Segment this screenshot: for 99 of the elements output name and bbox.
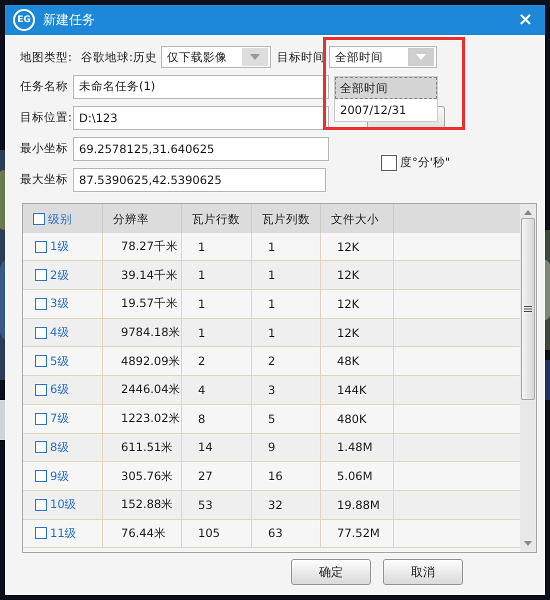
table-cell: 19.57千米 (121, 296, 178, 312)
level-label: 6级 (50, 382, 70, 398)
table-cell: 12K (337, 296, 360, 311)
column-header: 分辨率 (113, 212, 149, 226)
caret-icon (416, 54, 426, 60)
window-title: 新建任务 (43, 12, 96, 29)
table-cell: 77.52M (337, 526, 380, 540)
table-cell: 12K (337, 326, 360, 340)
table-cell: 39.14千米 (121, 268, 178, 283)
caret-icon (250, 54, 260, 60)
close-button[interactable]: × (514, 11, 537, 29)
table-cell: 63 (268, 526, 283, 540)
table-cell: 9 (268, 440, 276, 454)
checkbox[interactable] (381, 154, 397, 170)
logo-icon: EG (13, 9, 35, 31)
table-cell: 19.88M (337, 498, 380, 512)
table-cell: 2 (198, 354, 206, 368)
table-cell: 53 (198, 498, 213, 512)
scrollbar[interactable] (520, 204, 536, 552)
table-cell: 1 (198, 326, 206, 340)
level-label: 10级 (50, 497, 77, 512)
table-cell: 78.27千米 (121, 239, 178, 254)
table-cell: 16 (268, 469, 283, 484)
table-cell: 2446.04米 (121, 382, 181, 398)
map-type-value: 谷歌地球:历史 (81, 50, 157, 64)
table-cell: 4892.09米 (121, 354, 181, 369)
table-cell: 4 (198, 382, 206, 397)
checkbox[interactable] (35, 498, 47, 511)
field-label: 最小坐标 (20, 141, 69, 156)
cancel-button[interactable]: 取消 (383, 559, 463, 585)
table-cell: 305.76米 (121, 468, 174, 484)
column-header: 瓦片行数 (192, 212, 240, 226)
table-cell: 1 (268, 326, 276, 340)
table-cell: 2 (268, 354, 276, 368)
ok-button[interactable]: 确定 (291, 559, 371, 585)
time-dropdown[interactable]: 全部时间 (328, 46, 437, 68)
task-name-field[interactable]: 未命名任务(1) (73, 74, 329, 98)
level-label: 8级 (50, 440, 70, 455)
level-label: 5级 (50, 354, 70, 369)
table-cell: 1.48M (337, 440, 373, 454)
table-cell: 1 (198, 240, 206, 254)
table-cell: 27 (198, 469, 213, 484)
table-cell: 14 (198, 440, 213, 454)
checkbox[interactable] (35, 412, 47, 425)
table-cell: 105 (198, 526, 220, 540)
field-label: 地图类型: (20, 50, 73, 64)
checkbox[interactable] (35, 355, 47, 368)
scroll-down-icon[interactable] (524, 541, 532, 546)
table-cell: 1 (198, 268, 206, 282)
table-cell: 480K (337, 412, 366, 426)
column-header: 瓦片列数 (262, 212, 310, 226)
table-cell: 3 (268, 382, 276, 397)
min-coord-field[interactable]: 69.2578125,31.640625 (73, 136, 329, 160)
scroll-thumb[interactable] (521, 218, 535, 400)
dropdown-option[interactable]: 2007/12/31 (335, 99, 437, 121)
table-cell: 76.44米 (121, 526, 166, 541)
column-header: 文件大小 (331, 212, 379, 226)
table-cell: 9784.18米 (121, 325, 181, 340)
table-cell: 48K (337, 354, 360, 368)
table-cell: 1 (268, 240, 276, 254)
checkbox[interactable] (35, 441, 47, 454)
table-cell: 32 (268, 498, 283, 512)
level-label: 4级 (50, 325, 70, 340)
table-cell: 1 (198, 296, 206, 311)
level-label: 2级 (50, 268, 70, 283)
checkbox[interactable] (35, 326, 47, 339)
column-header: 级别 (48, 212, 72, 226)
checkbox[interactable] (35, 470, 47, 482)
checkbox[interactable] (35, 269, 47, 282)
table-cell: 5 (268, 412, 276, 426)
checkbox[interactable] (35, 384, 47, 396)
max-coord-field[interactable]: 87.5390625,42.5390625 (73, 168, 326, 192)
field-label: 任务名称 (20, 79, 69, 94)
checkbox[interactable] (35, 240, 47, 253)
level-label: 7级 (50, 411, 70, 426)
table-cell: 611.51米 (121, 440, 174, 455)
table-cell: 1 (268, 268, 276, 282)
table-cell: 1 (268, 296, 276, 311)
location-field[interactable]: D:\123 (73, 106, 329, 130)
field-label: 最大坐标 (20, 172, 69, 187)
table-cell: 12K (337, 268, 360, 282)
checkbox[interactable] (35, 298, 47, 310)
table-cell: 8 (198, 412, 206, 426)
table-cell: 12K (337, 240, 360, 254)
checkbox[interactable] (33, 213, 45, 225)
checkbox-label: 度°分'秒" (400, 155, 450, 170)
level-label: 1级 (50, 239, 70, 254)
table-cell: 144K (337, 382, 366, 397)
level-label: 3级 (50, 296, 70, 312)
checkbox[interactable] (35, 527, 47, 540)
level-label: 9级 (50, 468, 70, 484)
scroll-up-icon[interactable] (524, 210, 532, 215)
dropdown-option[interactable]: 全部时间 (335, 77, 437, 99)
level-label: 11级 (50, 526, 77, 541)
table-cell: 1223.02米 (121, 411, 181, 426)
table-cell: 152.88米 (121, 497, 174, 512)
table-cell: 5.06M (337, 469, 373, 484)
grip-icon (524, 306, 532, 312)
field-label: 目标位置: (20, 110, 73, 125)
